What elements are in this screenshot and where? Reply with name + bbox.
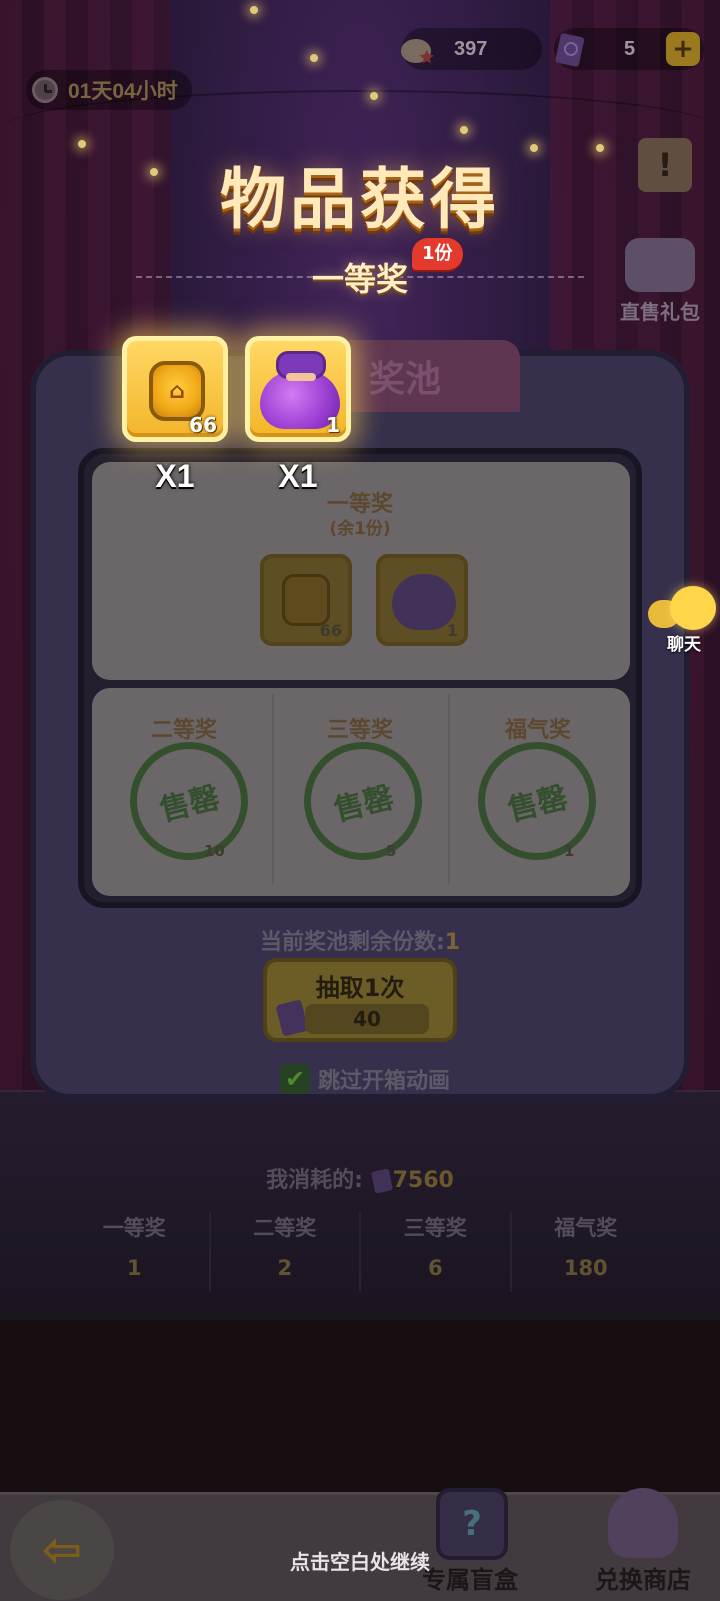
bag-tie-icon [286,373,316,381]
reward-count: 66 [189,413,217,437]
coin-icon: ⌂ [149,361,205,421]
chat-button[interactable]: 聊天 [648,586,720,656]
reward-count: 1 [326,413,340,437]
chat-label: 聊天 [667,635,701,655]
smiley-chat-icon [670,586,716,630]
page-title: 物品获得 [220,161,500,238]
tap-to-continue-hint: 点击空白处继续 [290,1550,430,1574]
tier-count-badge: 1份 [412,238,463,270]
reward-item-coin[interactable]: ⌂ 66 [122,336,228,442]
reward-item-bag[interactable]: 1 [245,336,351,442]
reward-multiplier: X1 [278,458,318,494]
reward-tier-name: 一等奖 [311,260,408,298]
reward-multiplier: X1 [155,458,195,494]
